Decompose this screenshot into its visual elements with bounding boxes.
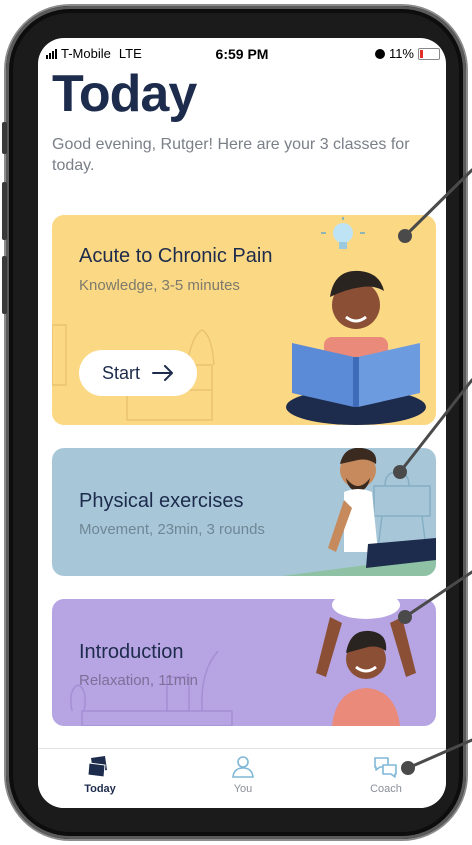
pointer-dot-card2 (393, 465, 407, 479)
pointer-line-card1 (403, 168, 472, 238)
pointer-line-coach (406, 738, 472, 770)
pointer-dot-coach (401, 761, 415, 775)
pointer-dot-card3 (398, 610, 412, 624)
pointer-line-card3 (403, 570, 472, 619)
annotation-pointers (393, 168, 472, 775)
pointer-dot-card1 (398, 229, 412, 243)
pointer-line-card2 (398, 378, 472, 474)
